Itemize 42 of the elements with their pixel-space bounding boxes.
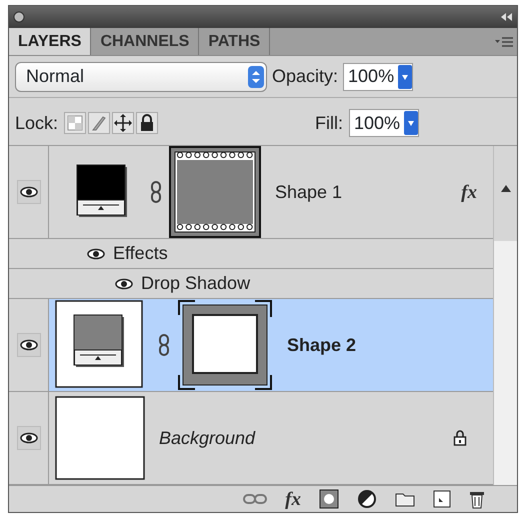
visibility-toggle[interactable] bbox=[16, 180, 40, 204]
collapse-icon[interactable] bbox=[501, 13, 513, 21]
lock-icon[interactable] bbox=[136, 112, 158, 134]
effects-badge[interactable]: fx bbox=[461, 182, 477, 202]
effect-name: Effects bbox=[113, 242, 168, 265]
link-layers-icon[interactable] bbox=[243, 493, 268, 505]
lock-transparency-icon[interactable] bbox=[64, 112, 86, 134]
fill-field[interactable]: 100% bbox=[348, 109, 419, 137]
layer-row[interactable]: Background bbox=[9, 392, 493, 485]
eye-icon[interactable] bbox=[87, 248, 105, 260]
layer-name: Shape 1 bbox=[275, 180, 342, 204]
panel-menu-icon[interactable] bbox=[495, 36, 513, 48]
layer-name: Background bbox=[159, 426, 256, 450]
add-style-button[interactable]: fx bbox=[285, 490, 301, 508]
mask-icon[interactable] bbox=[319, 489, 339, 509]
trash-icon[interactable] bbox=[469, 489, 485, 509]
layer-name: Shape 2 bbox=[287, 334, 356, 357]
visibility-toggle[interactable] bbox=[16, 333, 40, 357]
eye-icon[interactable] bbox=[20, 186, 38, 198]
opacity-label: Opacity: bbox=[272, 65, 338, 88]
visibility-toggle[interactable] bbox=[16, 426, 40, 450]
folder-icon[interactable] bbox=[395, 491, 415, 507]
effect-row[interactable]: Effects bbox=[9, 239, 493, 269]
scrollbar-thumb[interactable] bbox=[494, 146, 517, 241]
chain-link-icon bbox=[151, 181, 161, 203]
panel-tab[interactable]: LAYERS bbox=[9, 28, 92, 55]
close-icon[interactable] bbox=[13, 11, 25, 23]
new-layer-icon[interactable] bbox=[433, 490, 451, 508]
eye-icon[interactable] bbox=[20, 339, 38, 351]
adjustment-icon[interactable] bbox=[357, 489, 377, 509]
eye-icon[interactable] bbox=[20, 432, 38, 444]
blend-mode-dropdown[interactable]: Normal bbox=[15, 62, 267, 92]
opacity-field[interactable]: 100% bbox=[343, 62, 414, 90]
layer-row[interactable]: Shape 2 bbox=[9, 299, 493, 392]
fill-label: Fill: bbox=[314, 112, 343, 134]
effect-name: Drop Shadow bbox=[141, 272, 250, 295]
eye-icon[interactable] bbox=[115, 278, 133, 290]
lock-label: Lock: bbox=[15, 112, 58, 134]
move-icon[interactable] bbox=[112, 112, 134, 134]
layer-row[interactable]: Shape 1 fx bbox=[9, 146, 493, 239]
chain-link-icon bbox=[159, 334, 169, 356]
stepper-icon bbox=[248, 66, 264, 88]
